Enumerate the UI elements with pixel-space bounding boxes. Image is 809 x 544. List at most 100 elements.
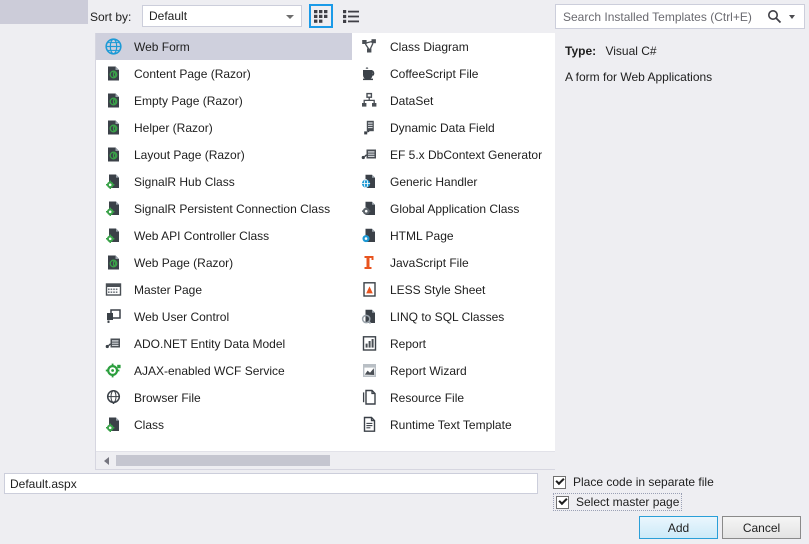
template-item-label: Resource File	[390, 390, 465, 405]
template-type-row: Type: Visual C#	[565, 44, 657, 58]
template-item-label: Helper (Razor)	[134, 120, 213, 135]
template-item-label: Class	[134, 417, 165, 432]
category-tree-selected-item[interactable]	[0, 0, 88, 24]
globe-icon	[104, 38, 122, 56]
template-item-label: SignalR Persistent Connection Class	[134, 201, 331, 216]
sort-by-value: Default	[149, 9, 188, 23]
global-app-class-icon	[360, 200, 378, 218]
dynamic-data-field-icon	[360, 119, 378, 137]
select-master-page-checkbox[interactable]: Select master page	[553, 493, 683, 511]
class-gear-icon	[104, 416, 122, 434]
linq-sql-icon	[360, 308, 378, 326]
template-list-item[interactable]: Empty Page (Razor)	[96, 87, 352, 114]
razor-page-icon	[104, 119, 122, 137]
template-item-label: Browser File	[134, 390, 201, 405]
templates-column-2: Class Diagram CoffeeScript File DataSet Dyn…	[352, 33, 569, 438]
coffee-cup-icon	[360, 65, 378, 83]
master-page-icon	[104, 281, 122, 299]
user-control-icon	[104, 308, 122, 326]
template-description: A form for Web Applications	[565, 70, 713, 84]
template-list-item[interactable]: Master Page	[96, 276, 352, 303]
template-item-label: Web Form	[134, 39, 190, 54]
search-icon[interactable]	[767, 9, 782, 24]
template-item-label: Web API Controller Class	[134, 228, 270, 243]
search-options-chevron-icon[interactable]	[789, 15, 795, 19]
template-details-panel: Type: Visual C# A form for Web Applicati…	[555, 33, 809, 470]
template-list-item[interactable]: SignalR Persistent Connection Class	[96, 195, 352, 222]
template-type-label: Type:	[565, 44, 597, 58]
template-list-item[interactable]: Web Form	[96, 33, 352, 60]
templates-horizontal-scrollbar[interactable]	[96, 451, 569, 469]
template-list-item[interactable]: LINQ to SQL Classes	[352, 303, 569, 330]
checkbox-box	[556, 495, 569, 509]
place-code-in-separate-file-checkbox[interactable]: Place code in separate file	[553, 475, 714, 489]
template-list-item[interactable]: JavaScript File	[352, 249, 569, 276]
category-tree-panel	[0, 0, 90, 470]
template-list-item[interactable]: Class Diagram	[352, 33, 569, 60]
template-list-item[interactable]: Resource File	[352, 384, 569, 411]
template-list-item[interactable]: Report	[352, 330, 569, 357]
report-icon	[360, 335, 378, 353]
item-name-input[interactable]: Default.aspx	[4, 473, 538, 494]
template-item-label: AJAX-enabled WCF Service	[134, 363, 285, 378]
template-item-label: Runtime Text Template	[390, 417, 512, 432]
template-list-item[interactable]: LESS Style Sheet	[352, 276, 569, 303]
templates-toolbar: Sort by: Default Search Installed Templa…	[90, 0, 809, 33]
template-item-label: Content Page (Razor)	[134, 66, 251, 81]
templates-column-1: Web Form Content Page (Razor) Empty Page (…	[96, 33, 352, 438]
templates-columns: Web Form Content Page (Razor) Empty Page (…	[96, 33, 569, 448]
template-item-label: Global Application Class	[390, 201, 520, 216]
template-list-item[interactable]: Helper (Razor)	[96, 114, 352, 141]
dataset-icon	[360, 92, 378, 110]
chevron-down-icon	[286, 15, 294, 19]
template-item-label: Web Page (Razor)	[134, 255, 234, 270]
scrollbar-thumb[interactable]	[116, 455, 330, 466]
template-item-label: Web User Control	[134, 309, 230, 324]
sort-by-dropdown[interactable]: Default	[142, 5, 302, 27]
template-item-label: DataSet	[390, 93, 434, 108]
template-list-item[interactable]: Dynamic Data Field	[352, 114, 569, 141]
resource-file-icon	[360, 389, 378, 407]
template-list-item[interactable]: Report Wizard	[352, 357, 569, 384]
sort-by-label: Sort by:	[90, 10, 132, 24]
template-item-label: LESS Style Sheet	[390, 282, 486, 297]
template-list-item[interactable]: Web API Controller Class	[96, 222, 352, 249]
search-templates-input[interactable]: Search Installed Templates (Ctrl+E)	[555, 4, 805, 29]
template-list-item[interactable]: Runtime Text Template	[352, 411, 569, 438]
template-list-item[interactable]: SignalR Hub Class	[96, 168, 352, 195]
template-list-item[interactable]: ADO.NET Entity Data Model	[96, 330, 352, 357]
razor-page-icon	[104, 92, 122, 110]
medium-icons-view-button[interactable]	[309, 4, 333, 28]
place-code-label: Place code in separate file	[573, 475, 714, 489]
template-item-label: ADO.NET Entity Data Model	[134, 336, 286, 351]
generic-handler-icon	[360, 173, 378, 191]
template-list-item[interactable]: Web Page (Razor)	[96, 249, 352, 276]
class-gear-icon	[104, 227, 122, 245]
template-list-item[interactable]: EF 5.x DbContext Generator	[352, 141, 569, 168]
checkbox-box	[553, 475, 566, 489]
template-item-label: Master Page	[134, 282, 203, 297]
list-view-icon	[343, 9, 359, 23]
template-item-label: Dynamic Data Field	[390, 120, 495, 135]
template-list-item[interactable]: AJAX-enabled WCF Service	[96, 357, 352, 384]
template-list-item[interactable]: DataSet	[352, 87, 569, 114]
template-item-label: SignalR Hub Class	[134, 174, 235, 189]
template-list-item[interactable]: Browser File	[96, 384, 352, 411]
class-diagram-icon	[360, 38, 378, 56]
list-view-button[interactable]	[339, 4, 363, 28]
template-list-item[interactable]: CoffeeScript File	[352, 60, 569, 87]
report-wizard-icon	[360, 362, 378, 380]
template-list-item[interactable]: Layout Page (Razor)	[96, 141, 352, 168]
add-new-item-dialog: Sort by: Default Search Installed Templa…	[0, 0, 809, 544]
add-button[interactable]: Add	[639, 516, 718, 539]
scroll-left-arrow-icon[interactable]	[98, 452, 115, 469]
template-list-item[interactable]: Class	[96, 411, 352, 438]
cancel-button[interactable]: Cancel	[722, 516, 801, 539]
template-list-item[interactable]: Content Page (Razor)	[96, 60, 352, 87]
template-list-item[interactable]: HTML Page	[352, 222, 569, 249]
template-list-item[interactable]: Global Application Class	[352, 195, 569, 222]
entity-model-icon	[104, 335, 122, 353]
template-list-item[interactable]: Generic Handler	[352, 168, 569, 195]
check-icon	[555, 475, 565, 485]
template-list-item[interactable]: Web User Control	[96, 303, 352, 330]
